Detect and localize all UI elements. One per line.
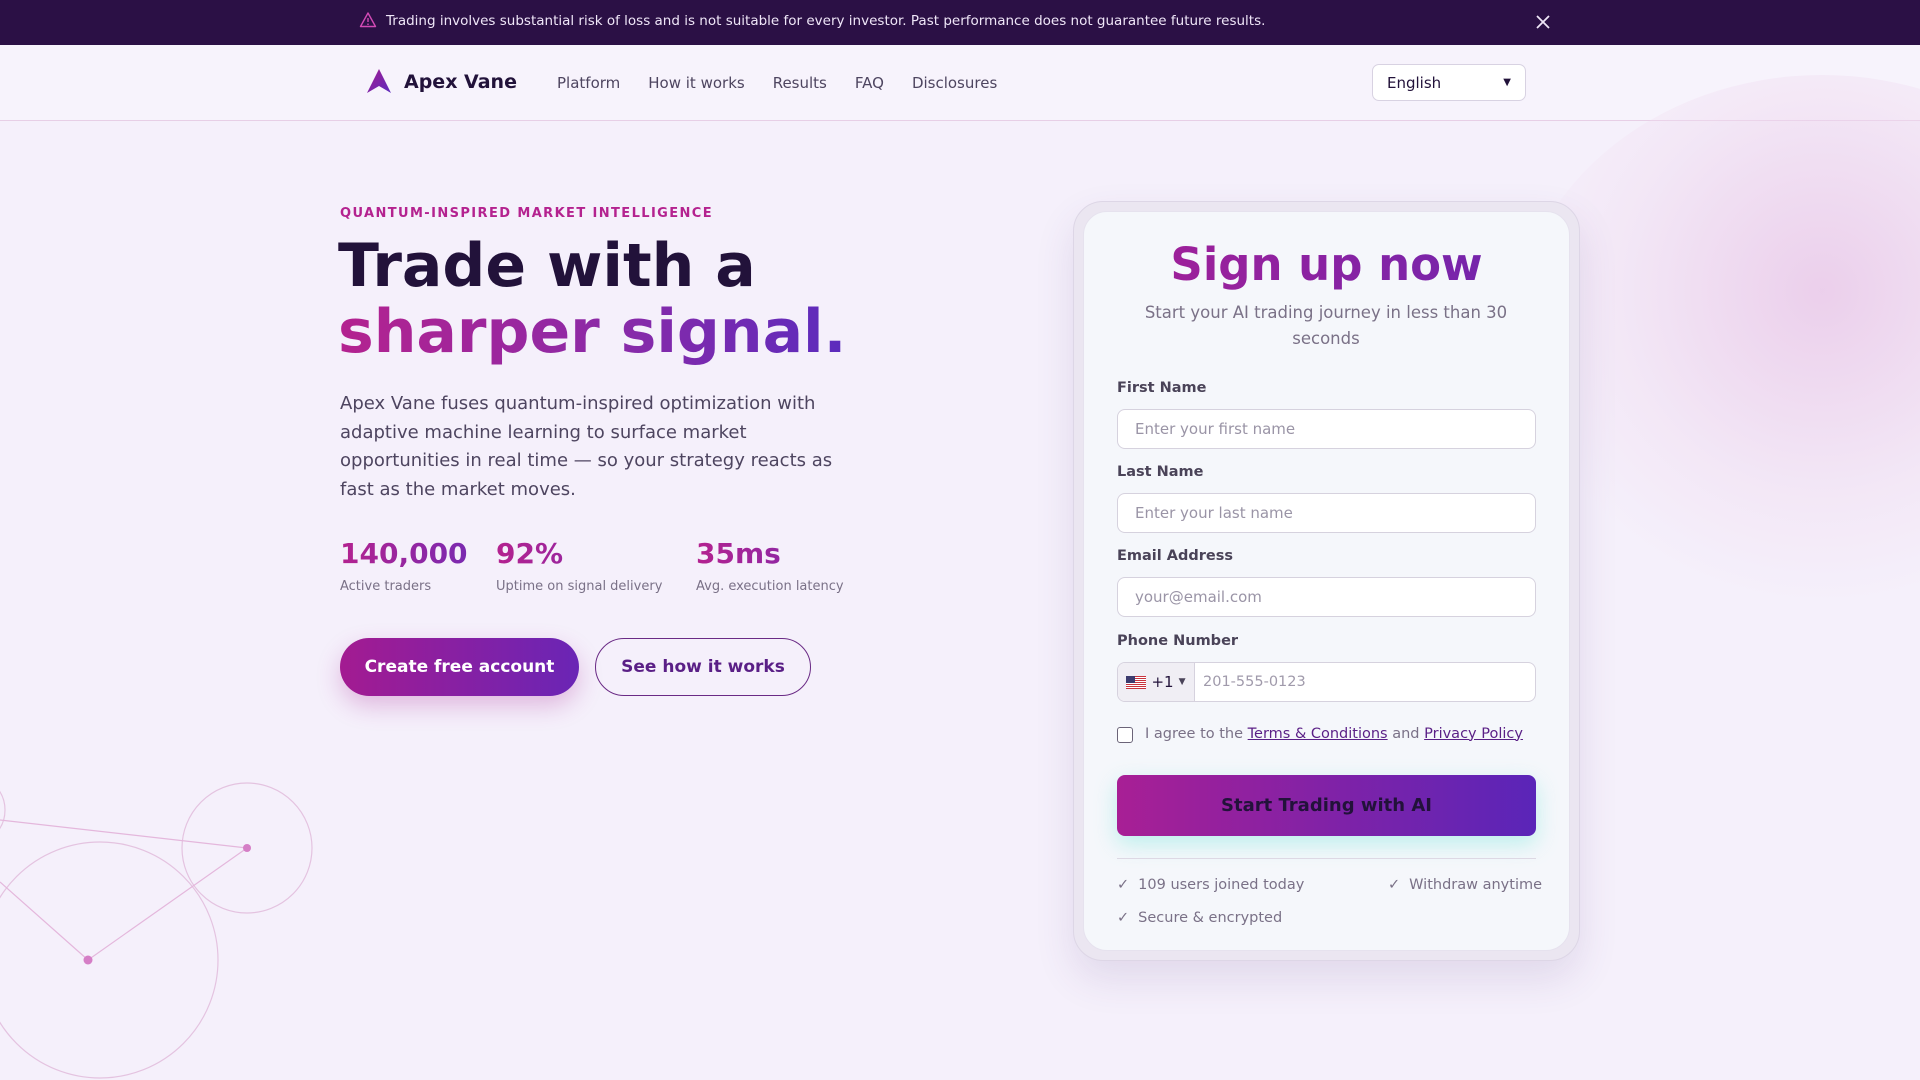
agree-and: and <box>1392 725 1420 742</box>
nav-link-platform[interactable]: Platform <box>557 74 620 92</box>
risk-disclaimer-banner: Trading involves substantial risk of los… <box>0 0 1920 45</box>
chevron-down-icon: ▼ <box>1503 77 1511 88</box>
signup-title: Sign up now <box>1083 239 1570 291</box>
hero-eyebrow: QUANTUM-INSPIRED MARKET INTELLIGENCE <box>340 206 714 221</box>
start-trading-button[interactable]: Start Trading with AI <box>1117 775 1536 836</box>
hero-headline-line-1: Trade with a <box>338 231 756 301</box>
first-name-input[interactable] <box>1117 409 1536 449</box>
check-icon: ✓ <box>1117 877 1130 893</box>
nav-link-faq[interactable]: FAQ <box>855 74 884 92</box>
email-label: Email Address <box>1117 548 1234 564</box>
language-select-value: English <box>1387 73 1442 92</box>
perk-text: Secure & encrypted <box>1138 910 1283 926</box>
check-icon: ✓ <box>1117 910 1130 926</box>
terms-agreement-text: I agree to the Terms & Conditions and Pr… <box>1145 726 1523 742</box>
brand-logo-icon[interactable] <box>366 68 392 94</box>
stat-value: 92% <box>496 540 662 568</box>
last-name-label: Last Name <box>1117 464 1204 480</box>
perk-secure: ✓ Secure & encrypted <box>1117 910 1282 926</box>
country-code: +1 <box>1151 673 1174 691</box>
perk-users-joined: ✓ 109 users joined today <box>1117 877 1304 893</box>
stat-label: Uptime on signal delivery <box>496 579 663 594</box>
country-code-select[interactable]: +1 ▼ <box>1118 663 1195 701</box>
phone-input[interactable] <box>1195 663 1535 701</box>
perk-text: Withdraw anytime <box>1409 877 1543 893</box>
last-name-input[interactable] <box>1117 493 1536 533</box>
email-input[interactable] <box>1117 577 1536 617</box>
stat-value: 35ms <box>696 540 844 568</box>
top-navigation: Apex Vane Platform How it works Results … <box>0 45 1920 121</box>
language-select[interactable]: English ▼ <box>1372 64 1526 101</box>
perk-withdraw: ✓ Withdraw anytime <box>1388 877 1542 893</box>
caret-down-icon: ▼ <box>1178 677 1186 687</box>
stat-uptime: 92% Uptime on signal delivery <box>496 540 663 595</box>
stat-label: Active traders <box>340 579 432 594</box>
nav-link-disclosures[interactable]: Disclosures <box>912 74 997 92</box>
check-icon: ✓ <box>1388 877 1401 893</box>
nav-links: Platform How it works Results FAQ Disclo… <box>557 74 997 92</box>
signup-subtitle: Start your AI trading journey in less th… <box>1144 303 1508 348</box>
see-how-it-works-button[interactable]: See how it works <box>595 638 811 696</box>
stat-label: Avg. execution latency <box>696 579 844 594</box>
stat-latency: 35ms Avg. execution latency <box>696 540 844 595</box>
stat-value: 140,000 <box>340 537 468 570</box>
us-flag-icon <box>1126 675 1147 689</box>
form-divider <box>1117 858 1536 859</box>
warning-triangle-icon <box>359 12 377 28</box>
first-name-label: First Name <box>1117 380 1207 396</box>
risk-disclaimer-text: Trading involves substantial risk of los… <box>386 13 1266 29</box>
terms-checkbox[interactable] <box>1117 727 1133 743</box>
hero-description: Apex Vane fuses quantum-inspired optimiz… <box>340 393 833 500</box>
privacy-policy-link[interactable]: Privacy Policy <box>1424 726 1523 742</box>
agree-prefix: I agree to the <box>1145 725 1244 742</box>
phone-label: Phone Number <box>1117 633 1239 649</box>
network-graph-decoration <box>0 782 313 1079</box>
terms-link[interactable]: Terms & Conditions <box>1248 726 1388 742</box>
stat-active-traders: 140,000 Active traders <box>340 537 468 595</box>
perk-text: 109 users joined today <box>1138 877 1305 893</box>
hero-headline-line-2: sharper signal. <box>338 297 847 367</box>
create-free-account-button[interactable]: Create free account <box>340 638 579 696</box>
close-icon[interactable] <box>1534 13 1552 31</box>
nav-link-results[interactable]: Results <box>773 74 827 92</box>
landing-page: Trading involves substantial risk of los… <box>0 0 1920 1080</box>
phone-field: +1 ▼ <box>1117 662 1536 702</box>
terms-agreement: I agree to the Terms & Conditions and Pr… <box>1117 724 1523 743</box>
brand-name[interactable]: Apex Vane <box>404 71 517 93</box>
nav-link-how-it-works[interactable]: How it works <box>648 74 744 92</box>
